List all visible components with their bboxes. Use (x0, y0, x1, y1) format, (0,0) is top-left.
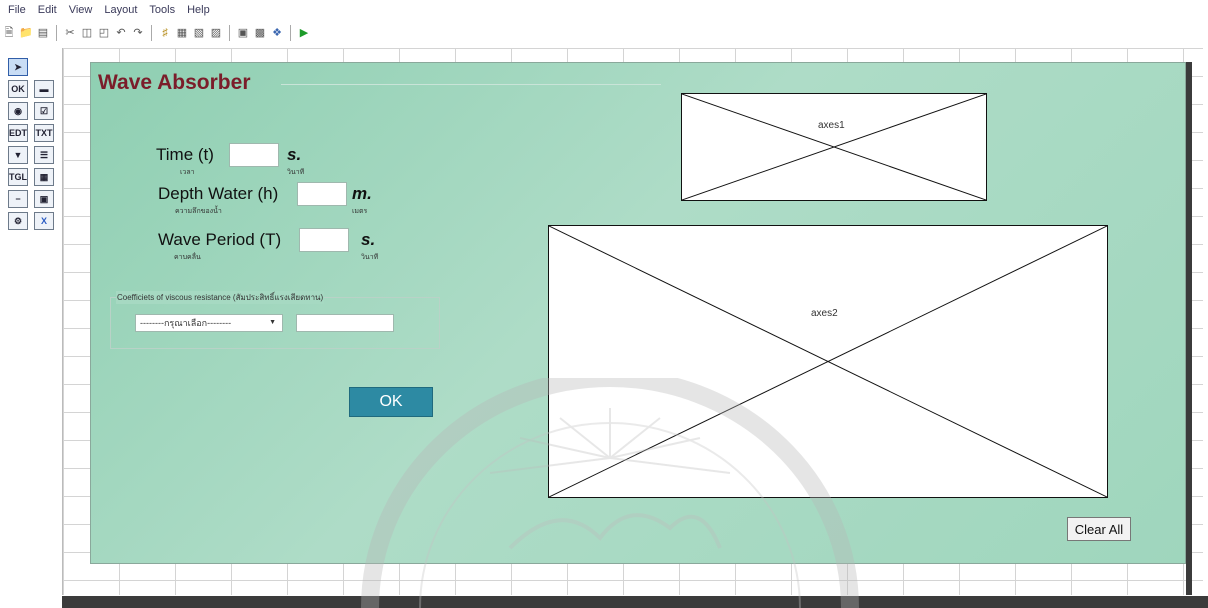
clear-all-button[interactable]: Clear All (1067, 517, 1131, 541)
toolbar-divider (290, 25, 291, 41)
menu-help[interactable]: Help (187, 4, 210, 16)
undo-icon[interactable]: ↶ (114, 26, 128, 40)
axes2-label: axes2 (811, 308, 838, 319)
figure-shadow (1186, 62, 1192, 595)
depth-sub-label: ความลึกของน้ำ (175, 208, 222, 215)
toolbar: 🗎 📁 ▤ ✂ ◫ ◰ ↶ ↷ ♯ ▦ ▧ ▨ ▣ ▩ ❖ ▶ (2, 22, 802, 44)
popup-menu-icon[interactable]: ▼ (8, 146, 28, 164)
axes2-placeholder[interactable]: axes2 (548, 225, 1108, 498)
paste-icon[interactable]: ◰ (97, 26, 111, 40)
chevron-down-icon: ▼ (269, 319, 276, 326)
tab-order-icon[interactable]: ▧ (192, 26, 206, 40)
axes1-placeholder[interactable]: axes1 (681, 93, 987, 201)
panel-icon[interactable]: ▣ (34, 190, 54, 208)
time-sub-label: เวลา (180, 169, 195, 176)
static-text-icon[interactable]: TXT (34, 124, 54, 142)
button-group-icon[interactable]: ⚙ (8, 212, 28, 230)
new-file-icon[interactable]: 🗎 (2, 26, 16, 40)
wave-period-input[interactable] (299, 228, 349, 252)
bottom-band (62, 596, 1208, 608)
object-browser-icon[interactable]: ❖ (270, 26, 284, 40)
time-input[interactable] (229, 143, 279, 167)
push-button-icon[interactable]: OK (8, 80, 28, 98)
activex-icon[interactable]: X (34, 212, 54, 230)
menu-file[interactable]: File (8, 4, 26, 16)
figure-title: Wave Absorber (98, 71, 251, 94)
toolbar-divider (56, 25, 57, 41)
time-unit: s. (287, 145, 302, 164)
figure-panel[interactable]: Wave Absorber Time (t) เวลา s. วินาที De… (90, 62, 1186, 564)
menu-edit[interactable]: Edit (38, 4, 57, 16)
menu-bar: File Edit View Layout Tools Help (0, 0, 1208, 20)
open-folder-icon[interactable]: 📁 (19, 26, 33, 40)
coefficients-group-title: Coefficiets of viscous resistance (สัมปร… (116, 291, 325, 304)
time-label: Time (t) (156, 145, 214, 164)
select-icon[interactable]: ➤ (8, 58, 28, 76)
ok-button[interactable]: OK (349, 387, 433, 417)
menu-layout[interactable]: Layout (104, 4, 137, 16)
toggle-button-icon[interactable]: TGL (8, 168, 28, 186)
axes1-label: axes1 (818, 120, 845, 131)
wave-period-unit-sub: วินาที (361, 254, 379, 261)
wave-period-label: Wave Period (T) (158, 230, 282, 249)
edit-text-icon[interactable]: EDT (8, 124, 28, 142)
depth-unit: m. (352, 184, 372, 203)
copy-icon[interactable]: ◫ (80, 26, 94, 40)
coefficient-input[interactable] (296, 314, 394, 332)
m-file-editor-icon[interactable]: ▣ (236, 26, 250, 40)
toolbar-divider (151, 25, 152, 41)
wave-period-unit: s. (361, 230, 376, 249)
property-inspector-icon[interactable]: ▩ (253, 26, 267, 40)
time-unit-sub: วินาที (287, 169, 305, 176)
table-icon[interactable]: ▦ (34, 168, 54, 186)
save-icon[interactable]: ▤ (36, 26, 50, 40)
axes2-cross (549, 226, 1107, 497)
component-palette: ➤ OK ▬ ◉ ☑ EDT TXT ▼ ☰ TGL ▦ − ▣ ⚙ X (8, 58, 58, 230)
menu-tools[interactable]: Tools (149, 4, 175, 16)
depth-input[interactable] (297, 182, 347, 206)
axes-icon[interactable]: − (8, 190, 28, 208)
listbox-icon[interactable]: ☰ (34, 146, 54, 164)
menu-editor-icon[interactable]: ▦ (175, 26, 189, 40)
cut-icon[interactable]: ✂ (63, 26, 77, 40)
wave-period-sub-label: คาบคลื่น (174, 254, 201, 261)
axes1-cross (682, 94, 986, 200)
coefficient-dropdown[interactable]: --------กรุณาเลือก-------- ▼ (135, 314, 283, 332)
toolbar-editor-icon[interactable]: ▨ (209, 26, 223, 40)
depth-label: Depth Water (h) (158, 184, 279, 203)
run-icon[interactable]: ▶ (297, 26, 311, 40)
checkbox-icon[interactable]: ☑ (34, 102, 54, 120)
title-divider (281, 84, 661, 85)
radio-button-icon[interactable]: ◉ (8, 102, 28, 120)
slider-icon[interactable]: ▬ (34, 80, 54, 98)
toolbar-divider (229, 25, 230, 41)
dropdown-value: --------กรุณาเลือก-------- (140, 318, 232, 328)
depth-unit-sub: เมตร (352, 208, 368, 215)
redo-icon[interactable]: ↷ (131, 26, 145, 40)
align-icon[interactable]: ♯ (158, 26, 172, 40)
menu-view[interactable]: View (69, 4, 93, 16)
